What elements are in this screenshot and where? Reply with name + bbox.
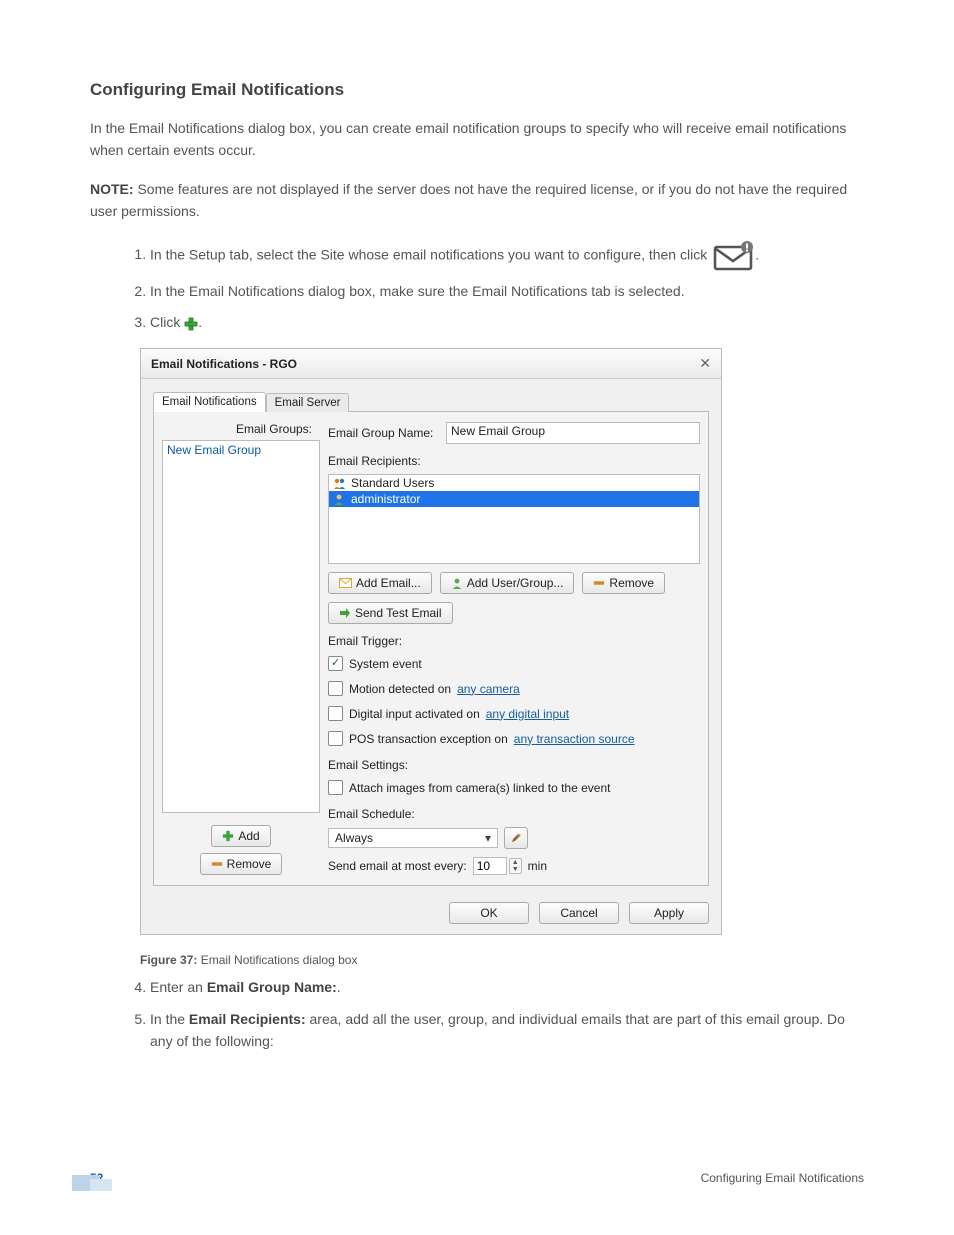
link-any-digital-input[interactable]: any digital input [486,707,569,721]
tab-email-notifications[interactable]: Email Notifications [153,392,266,412]
email-settings-label: Email Settings: [328,758,700,772]
email-notifications-dialog: Email Notifications - RGO ✕ Email Notifi… [140,348,722,935]
chevron-down-icon: ▾ [481,831,495,845]
apply-button[interactable]: Apply [629,902,709,924]
dialog-left-column: Email Groups: New Email Group Add Remove [162,422,320,875]
email-notifications-icon [711,241,755,271]
group-name-label: Email Group Name: [328,426,438,440]
step-1: In the Setup tab, select the Site whose … [150,241,864,271]
recipient-label: Standard Users [351,476,434,490]
add-group-label: Add [238,829,259,843]
add-group-button[interactable]: Add [211,825,270,847]
note-paragraph: NOTE: Some features are not displayed if… [90,179,864,222]
group-icon [333,477,347,489]
add-email-label: Add Email... [356,576,421,590]
send-test-email-label: Send Test Email [355,606,442,620]
user-icon [333,493,347,505]
step-3-post: . [198,314,202,330]
link-any-transaction-source[interactable]: any transaction source [514,732,635,746]
minus-icon [593,577,605,589]
remove-recipient-button[interactable]: Remove [582,572,665,594]
recipient-administrator[interactable]: administrator [329,491,699,507]
dialog-right-column: Email Group Name: New Email Group Email … [328,422,700,875]
step-1-tail: . [755,246,759,262]
frequency-spinner[interactable]: ▲▼ [473,857,522,875]
dialog-title: Email Notifications - RGO [151,357,297,371]
intro-paragraph: In the Email Notifications dialog box, y… [90,118,864,161]
step-4: Enter an Email Group Name:. [150,977,864,999]
recipients-label: Email Recipients: [328,454,700,468]
add-user-group-button[interactable]: Add User/Group... [440,572,575,594]
frequency-unit: min [528,859,547,873]
tab-panel: Email Groups: New Email Group Add Remove [153,412,709,886]
email-groups-label: Email Groups: [162,422,320,440]
send-arrow-icon [339,607,351,619]
dialog-footer: OK Cancel Apply [141,894,721,934]
checkbox-pos[interactable] [328,731,343,746]
figure-caption: Figure 37: Email Notifications dialog bo… [140,953,864,967]
tab-email-server[interactable]: Email Server [266,393,350,412]
footer-section-name: Configuring Email Notifications [701,1171,864,1185]
section-title: Configuring Email Notifications [90,80,864,100]
recipient-standard-users[interactable]: Standard Users [329,475,699,491]
checkbox-system-event[interactable] [328,656,343,671]
trigger-digital-text: Digital input activated on [349,707,480,721]
group-name-input[interactable]: New Email Group [446,422,700,444]
checkbox-attach-images[interactable] [328,780,343,795]
checkbox-motion[interactable] [328,681,343,696]
ok-button[interactable]: OK [449,902,529,924]
frequency-label: Send email at most every: [328,859,467,873]
schedule-select[interactable]: Always ▾ [328,828,498,848]
user-small-icon [451,577,463,589]
close-icon[interactable]: ✕ [699,355,711,372]
step-2: In the Email Notifications dialog box, m… [150,281,864,303]
note-text: Some features are not displayed if the s… [90,181,847,219]
step-3-pre: Click [150,314,184,330]
add-plus-icon [184,317,198,331]
figure-label: Figure 37: [140,953,197,967]
checkbox-digital-input[interactable] [328,706,343,721]
footer-color-tab-light [90,1179,112,1191]
step-4-post: . [337,979,341,995]
trigger-system-event: System event [349,657,422,671]
trigger-label: Email Trigger: [328,634,700,648]
recipient-label: administrator [351,492,420,506]
add-user-group-label: Add User/Group... [467,576,564,590]
dialog-tabstrip: Email Notifications Email Server [153,389,709,412]
step-5-bold: Email Recipients: [189,1011,306,1027]
remove-group-label: Remove [227,857,272,871]
step-3: Click . [150,312,864,334]
step-4-pre: Enter an [150,979,207,995]
send-test-email-button[interactable]: Send Test Email [328,602,453,624]
step-5-pre: In the [150,1011,189,1027]
pencil-icon [510,832,522,844]
link-any-camera[interactable]: any camera [457,682,520,696]
trigger-motion-text: Motion detected on [349,682,451,696]
envelope-small-icon [339,578,352,588]
step-1-text: In the Setup tab, select the Site whose … [150,246,711,262]
remove-recipient-label: Remove [609,576,654,590]
edit-schedule-button[interactable] [504,827,528,849]
page-footer: 52 Configuring Email Notifications [90,1171,864,1185]
cancel-button[interactable]: Cancel [539,902,619,924]
add-email-button[interactable]: Add Email... [328,572,432,594]
remove-group-button[interactable]: Remove [200,853,283,875]
trigger-pos-text: POS transaction exception on [349,732,508,746]
email-groups-list[interactable]: New Email Group [162,440,320,813]
dialog-titlebar: Email Notifications - RGO ✕ [141,349,721,379]
frequency-input[interactable] [473,857,507,875]
step-5: In the Email Recipients: area, add all t… [150,1009,864,1052]
attach-images-text: Attach images from camera(s) linked to t… [349,781,610,795]
spinner-arrows[interactable]: ▲▼ [509,858,522,874]
email-schedule-label: Email Schedule: [328,807,700,821]
note-label: NOTE: [90,181,134,197]
email-group-item-selected[interactable]: New Email Group [167,443,315,457]
figure-text: Email Notifications dialog box [197,953,357,967]
step-4-bold: Email Group Name: [207,979,337,995]
recipients-list[interactable]: Standard Users administrator [328,474,700,564]
schedule-value: Always [335,831,373,845]
